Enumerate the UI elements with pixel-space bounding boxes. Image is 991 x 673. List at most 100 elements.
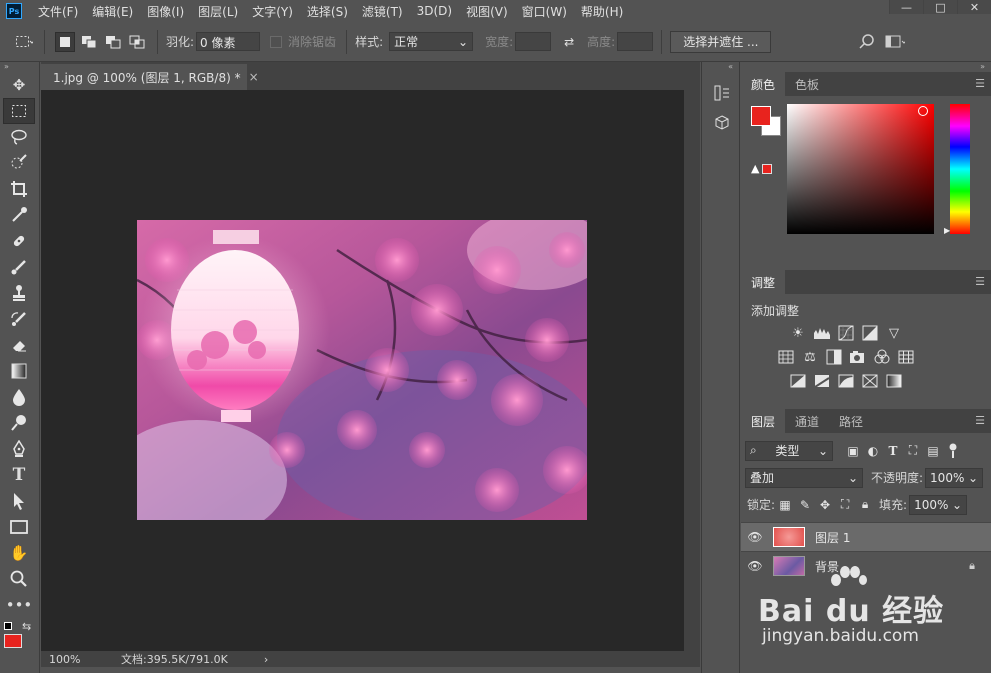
lock-position-icon[interactable]: ✥ [815,495,835,515]
layer-row[interactable]: 👁︎ 图层 1 [741,522,991,551]
workspace-icon[interactable] [885,32,906,52]
marquee-preset-icon[interactable] [14,32,34,52]
color-lookup-icon[interactable] [895,346,917,368]
history-brush-tool-icon[interactable] [3,306,35,332]
filter-type-icon[interactable]: T [883,441,903,461]
close-tab-icon[interactable]: × [249,70,259,84]
fill-input[interactable]: 100% ⌄ [909,494,968,515]
move-tool-icon[interactable]: ✥ [3,72,35,98]
canvas-image[interactable] [137,220,587,520]
width-input[interactable] [515,32,552,51]
opacity-input[interactable]: 100% ⌄ [925,467,984,488]
menu-window[interactable]: 窗口(W) [522,3,567,20]
hue-saturation-icon[interactable] [775,346,797,368]
menu-layer[interactable]: 图层(L) [198,3,238,20]
foreground-color-swatch[interactable] [751,106,771,126]
healing-brush-tool-icon[interactable] [3,228,35,254]
tab-channels[interactable]: 通道 [785,409,829,433]
menu-filter[interactable]: 滤镜(T) [362,3,403,20]
path-selection-tool-icon[interactable] [3,488,35,514]
rectangular-marquee-tool-icon[interactable] [3,98,35,124]
posterize-icon[interactable] [811,370,833,392]
lasso-tool-icon[interactable] [3,124,35,150]
filter-shape-icon[interactable]: ⛶ [903,441,923,461]
style-select[interactable]: 正常 ⌄ [389,32,474,51]
filter-smart-object-icon[interactable]: ▤ [923,441,943,461]
channel-mixer-icon[interactable] [871,346,893,368]
lock-image-icon[interactable]: ✎ [795,495,815,515]
lock-transparent-icon[interactable]: ▦ [775,495,795,515]
collapse-icon[interactable]: « [702,62,739,72]
tab-swatches[interactable]: 色板 [785,72,829,96]
gradient-tool-icon[interactable] [3,358,35,384]
clone-stamp-tool-icon[interactable] [3,280,35,306]
feather-input[interactable]: 0 像素 [196,32,261,51]
menu-type[interactable]: 文字(Y) [252,3,293,20]
black-white-icon[interactable] [823,346,845,368]
hand-tool-icon[interactable]: ✋ [3,540,35,566]
levels-icon[interactable] [811,322,833,344]
foreground-color-swatch[interactable] [4,634,22,648]
hue-slider[interactable] [950,104,970,234]
tab-color[interactable]: 颜色 [741,72,786,96]
panel-menu-icon[interactable]: ☰ [975,414,985,427]
vibrance-icon[interactable]: ▽ [883,322,905,344]
curves-icon[interactable] [835,322,857,344]
hue-slider-marker-icon[interactable]: ▶ [944,226,950,235]
eraser-tool-icon[interactable] [3,332,35,358]
search-icon[interactable] [857,32,877,52]
brush-tool-icon[interactable] [3,254,35,280]
zoom-level[interactable]: 100% [41,653,91,666]
gradient-map-icon[interactable] [883,370,905,392]
dodge-tool-icon[interactable] [3,410,35,436]
document-tab[interactable]: 1.jpg @ 100% (图层 1, RGB/8) * × [41,64,259,90]
layer-filter-select[interactable]: ⌕ 类型 ⌄ [745,440,833,461]
filter-toggle-icon[interactable] [943,441,963,461]
filter-adjustment-icon[interactable]: ◐ [863,441,883,461]
rectangle-tool-icon[interactable] [3,514,35,540]
minimize-button[interactable]: — [889,0,923,14]
blend-mode-select[interactable]: 叠加 ⌄ [745,467,863,488]
brightness-contrast-icon[interactable]: ☀ [787,322,809,344]
lock-all-icon[interactable]: 🔒︎ [855,495,875,515]
collapse-icon[interactable]: » [0,62,39,72]
tab-paths[interactable]: 路径 [829,409,873,433]
selective-color-icon[interactable] [859,370,881,392]
color-picker-cursor[interactable] [918,106,928,116]
collapse-icon[interactable]: » [741,62,991,72]
history-panel-icon[interactable] [702,78,741,108]
lock-artboard-icon[interactable]: ⛶ [835,495,855,515]
select-and-mask-button[interactable]: 选择并遮住 ... [670,30,772,53]
eye-icon[interactable]: 👁︎ [741,530,769,544]
menu-help[interactable]: 帮助(H) [581,3,623,20]
tab-layers[interactable]: 图层 [741,409,786,433]
panel-menu-icon[interactable]: ☰ [975,77,985,90]
type-tool-icon[interactable]: T [3,462,35,488]
subtract-from-selection-icon[interactable] [103,32,123,52]
intersect-selection-icon[interactable] [127,32,147,52]
menu-view[interactable]: 视图(V) [466,3,508,20]
3d-panel-icon[interactable] [702,108,741,138]
maximize-button[interactable]: □ [923,0,957,14]
status-menu-arrow-icon[interactable]: › [264,653,268,666]
vertical-scrollbar[interactable] [684,90,700,651]
default-colors-icon[interactable] [4,622,12,630]
menu-3d[interactable]: 3D(D) [417,4,452,18]
layer-name[interactable]: 图层 1 [815,529,850,546]
eyedropper-tool-icon[interactable] [3,202,35,228]
gamut-warning[interactable]: ▲ [751,162,773,175]
pen-tool-icon[interactable] [3,436,35,462]
exposure-icon[interactable] [859,322,881,344]
swap-colors-icon[interactable]: ⇆ [22,620,31,633]
menu-file[interactable]: 文件(F) [38,3,78,20]
panel-menu-icon[interactable]: ☰ [975,275,985,288]
swap-dimensions-icon[interactable]: ⇄ [559,32,579,52]
zoom-tool-icon[interactable] [3,566,35,592]
add-to-selection-icon[interactable] [79,32,99,52]
filter-pixel-icon[interactable]: ▣ [843,441,863,461]
invert-icon[interactable] [787,370,809,392]
antialias-checkbox[interactable] [270,35,283,48]
saturation-value-field[interactable] [787,104,934,234]
more-tools-icon[interactable]: ••• [3,592,35,618]
threshold-icon[interactable] [835,370,857,392]
